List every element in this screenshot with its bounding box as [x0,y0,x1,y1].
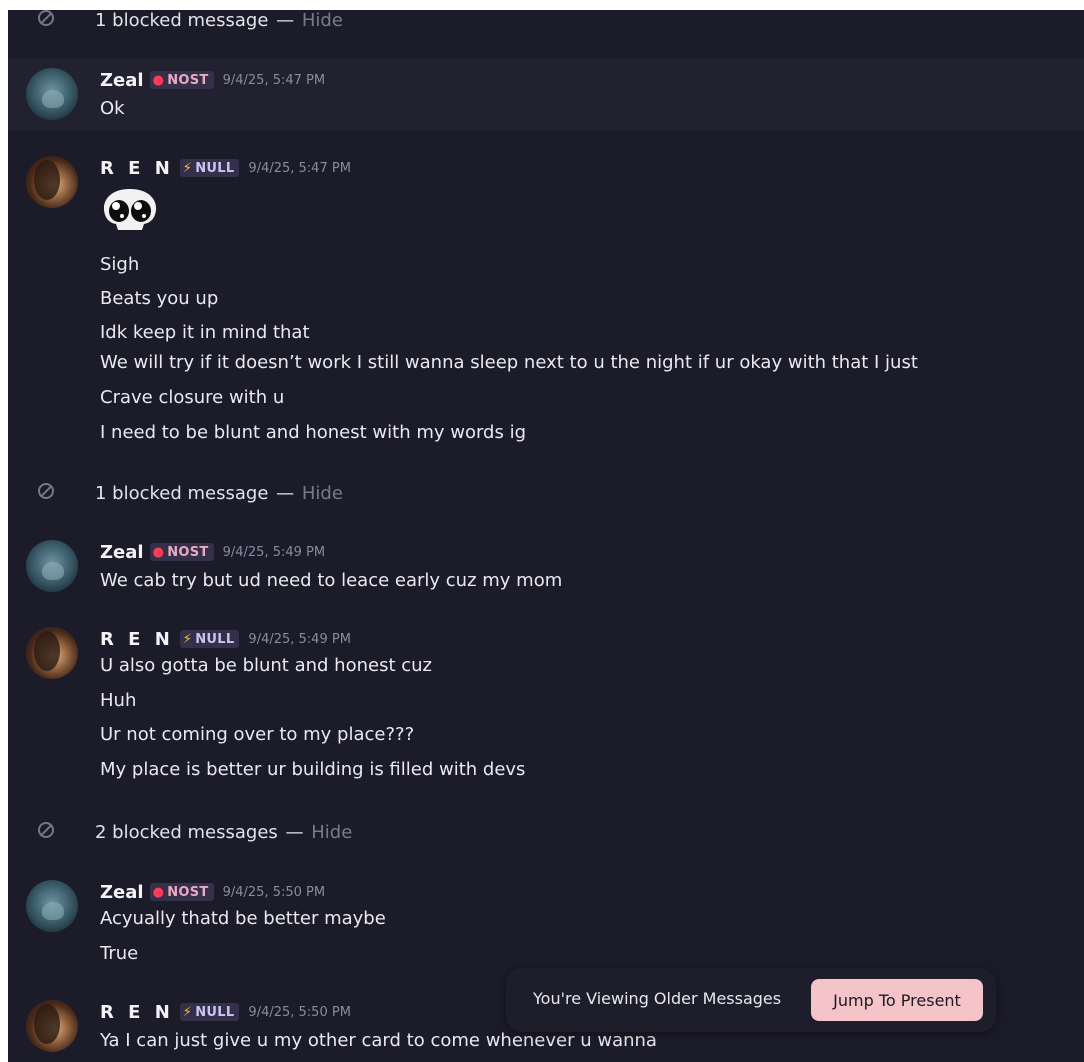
message-text: Beats you up [100,288,219,309]
message-text: True [100,943,139,964]
block-icon [38,483,54,499]
author-name[interactable]: R E N [100,158,174,179]
blocked-count: 1 blocked message [95,482,269,504]
timestamp: 9/4/25, 5:50 PM [248,1004,351,1020]
message-text: Sigh [100,254,140,275]
message-header: Zeal ● NOST 9/4/25, 5:49 PM [100,540,325,564]
hide-blocked-link[interactable]: Hide [302,10,343,31]
message-text: Ok [100,98,125,119]
message-text: I need to be blunt and honest with my wo… [100,422,527,443]
avatar[interactable] [26,68,78,120]
author-name[interactable]: R E N [100,629,174,650]
message-group[interactable]: Zeal ● NOST 9/4/25, 5:50 PM Acyually that… [8,870,1084,980]
red-mouth-icon: ● [152,72,165,88]
older-messages-label: You're Viewing Older Messages [533,989,782,1008]
red-mouth-icon: ● [152,884,165,900]
tag-label: NULL [195,1004,235,1020]
message-text: U also gotta be blunt and honest cuz [100,655,432,676]
timestamp: 9/4/25, 5:47 PM [222,72,326,88]
message-header: Zeal ● NOST 9/4/25, 5:47 PM [100,68,325,92]
message-group[interactable]: Zeal ● NOST 9/4/25, 5:49 PM We cab try bu… [8,530,1084,600]
message-text: We will try if it doesn’t work I still w… [100,352,918,373]
message-text: Ya I can just give u my other card to co… [100,1030,657,1051]
jump-to-present-button[interactable]: Jump To Present [811,979,983,1021]
timestamp: 9/4/25, 5:49 PM [248,631,351,647]
message-header: Zeal ● NOST 9/4/25, 5:50 PM [100,880,325,904]
block-icon [38,10,54,26]
author-name[interactable]: Zeal [100,70,144,91]
message-group[interactable]: Zeal ● NOST 9/4/25, 5:47 PM Ok [8,58,1084,130]
tag-label: NOST [167,544,209,560]
message-text: Idk keep it in mind that [100,322,310,343]
avatar[interactable] [26,156,78,208]
block-icon [38,822,54,838]
author-name[interactable]: R E N [100,1002,174,1023]
older-messages-bar: You're Viewing Older Messages Jump To Pr… [506,968,996,1032]
guild-tag[interactable]: ⚡ NULL [179,159,240,177]
skull-emoji [103,189,157,230]
message-text: We cab try but ud need to leace early cu… [100,570,563,591]
message-header: R E N ⚡ NULL 9/4/25, 5:50 PM [100,1000,351,1024]
message-text: My place is better ur building is filled… [100,759,526,780]
red-mouth-icon: ● [152,544,165,560]
message-text: Huh [100,690,137,711]
hide-blocked-link[interactable]: Hide [302,483,343,504]
timestamp: 9/4/25, 5:47 PM [248,160,351,176]
guild-tag[interactable]: ● NOST [149,71,214,89]
guild-tag[interactable]: ⚡ NULL [179,1003,240,1021]
message-header: R E N ⚡ NULL 9/4/25, 5:49 PM [100,627,351,651]
timestamp: 9/4/25, 5:50 PM [222,884,326,900]
blocked-message-notice: 1 blocked message — Hide [8,473,1084,513]
message-group[interactable]: R E N ⚡ NULL 9/4/25, 5:49 PM U also gotta… [8,617,1084,797]
author-name[interactable]: Zeal [100,882,144,903]
avatar[interactable] [26,880,78,932]
author-name[interactable]: Zeal [100,542,144,563]
tag-label: NOST [167,72,209,88]
guild-tag[interactable]: ● NOST [149,543,214,561]
lightning-icon: ⚡ [182,1004,193,1020]
message-text: Crave closure with u [100,387,285,408]
message-group[interactable]: R E N ⚡ NULL 9/4/25, 5:47 PM Sigh Beats y… [8,146,1084,466]
tag-label: NOST [167,884,209,900]
lightning-icon: ⚡ [182,631,193,647]
avatar[interactable] [26,1000,78,1052]
message-text: Ur not coming over to my place??? [100,724,415,745]
message-text: Acyually thatd be better maybe [100,908,386,929]
timestamp: 9/4/25, 5:49 PM [222,544,326,560]
blocked-count: 2 blocked messages [95,821,278,843]
avatar[interactable] [26,627,78,679]
avatar[interactable] [26,540,78,592]
hide-blocked-link[interactable]: Hide [311,822,352,843]
blocked-message-notice: 2 blocked messages — Hide [8,812,1084,852]
tag-label: NULL [195,160,235,176]
message-header: R E N ⚡ NULL 9/4/25, 5:47 PM [100,156,351,180]
chat-message-list[interactable]: 1 blocked message — Hide Zeal ● NOST 9/4/… [8,10,1084,1062]
lightning-icon: ⚡ [182,160,193,176]
tag-label: NULL [195,631,235,647]
guild-tag[interactable]: ● NOST [149,883,214,901]
blocked-message-notice: 1 blocked message — Hide [8,10,1084,40]
blocked-count: 1 blocked message [95,10,269,31]
guild-tag[interactable]: ⚡ NULL [179,630,240,648]
